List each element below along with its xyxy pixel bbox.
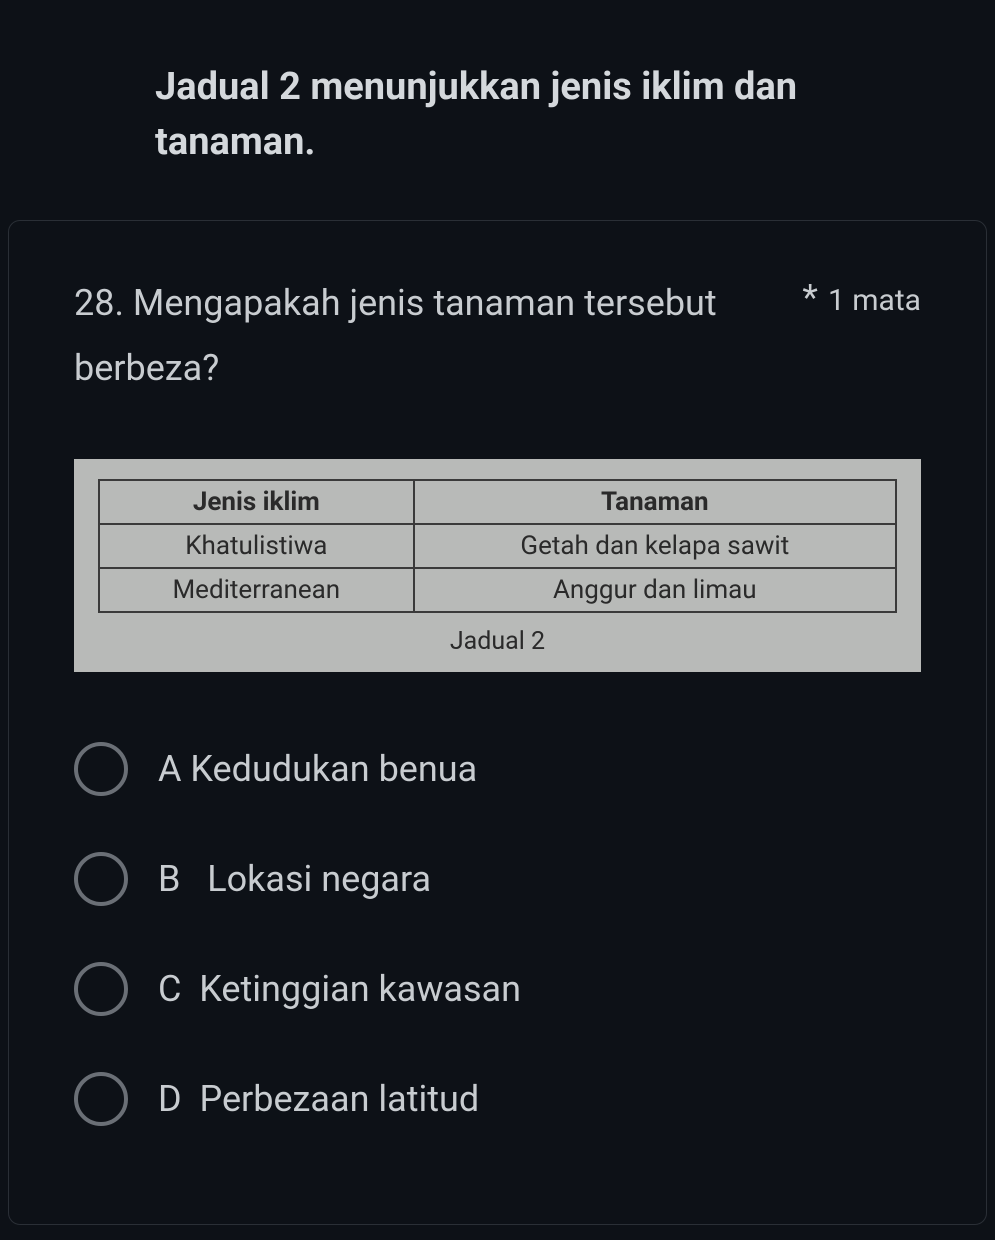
radio-icon bbox=[74, 962, 128, 1016]
table-cell: Mediterranean bbox=[99, 568, 414, 612]
points-indicator: * 1 mata bbox=[802, 271, 921, 319]
table-row: Mediterranean Anggur dan limau bbox=[99, 568, 896, 612]
table-cell: Anggur dan limau bbox=[414, 568, 896, 612]
question-card: 28. Mengapakah jenis tanaman tersebut be… bbox=[8, 220, 987, 1225]
option-a[interactable]: A Kedudukan benua bbox=[74, 714, 921, 824]
climate-table: Jenis iklim Tanaman Khatulistiwa Getah d… bbox=[98, 479, 897, 613]
options-container: A Kedudukan benua B Lokasi negara C Keti… bbox=[74, 714, 921, 1154]
table-row: Khatulistiwa Getah dan kelapa sawit bbox=[99, 524, 896, 568]
question-image-table: Jenis iklim Tanaman Khatulistiwa Getah d… bbox=[74, 459, 921, 672]
table-header-row: Jenis iklim Tanaman bbox=[99, 480, 896, 524]
table-cell: Khatulistiwa bbox=[99, 524, 414, 568]
radio-icon bbox=[74, 852, 128, 906]
option-b[interactable]: B Lokasi negara bbox=[74, 824, 921, 934]
question-text: 28. Mengapakah jenis tanaman tersebut be… bbox=[74, 271, 772, 401]
table-cell: Getah dan kelapa sawit bbox=[414, 524, 896, 568]
header-title: Jadual 2 menunjukkan jenis iklim dan tan… bbox=[155, 60, 920, 170]
option-label: B Lokasi negara bbox=[158, 858, 431, 900]
points-label: 1 mata bbox=[828, 283, 921, 318]
option-label: A Kedudukan benua bbox=[158, 748, 477, 790]
required-asterisk: * bbox=[802, 277, 818, 319]
option-label: C Ketinggian kawasan bbox=[158, 968, 521, 1010]
table-header-cell: Tanaman bbox=[414, 480, 896, 524]
radio-icon bbox=[74, 742, 128, 796]
question-header: 28. Mengapakah jenis tanaman tersebut be… bbox=[74, 271, 921, 401]
table-caption: Jadual 2 bbox=[98, 613, 897, 660]
option-c[interactable]: C Ketinggian kawasan bbox=[74, 934, 921, 1044]
radio-icon bbox=[74, 1072, 128, 1126]
option-d[interactable]: D Perbezaan latitud bbox=[74, 1044, 921, 1154]
table-header-cell: Jenis iklim bbox=[99, 480, 414, 524]
option-label: D Perbezaan latitud bbox=[158, 1078, 479, 1120]
header-section: Jadual 2 menunjukkan jenis iklim dan tan… bbox=[0, 0, 995, 220]
